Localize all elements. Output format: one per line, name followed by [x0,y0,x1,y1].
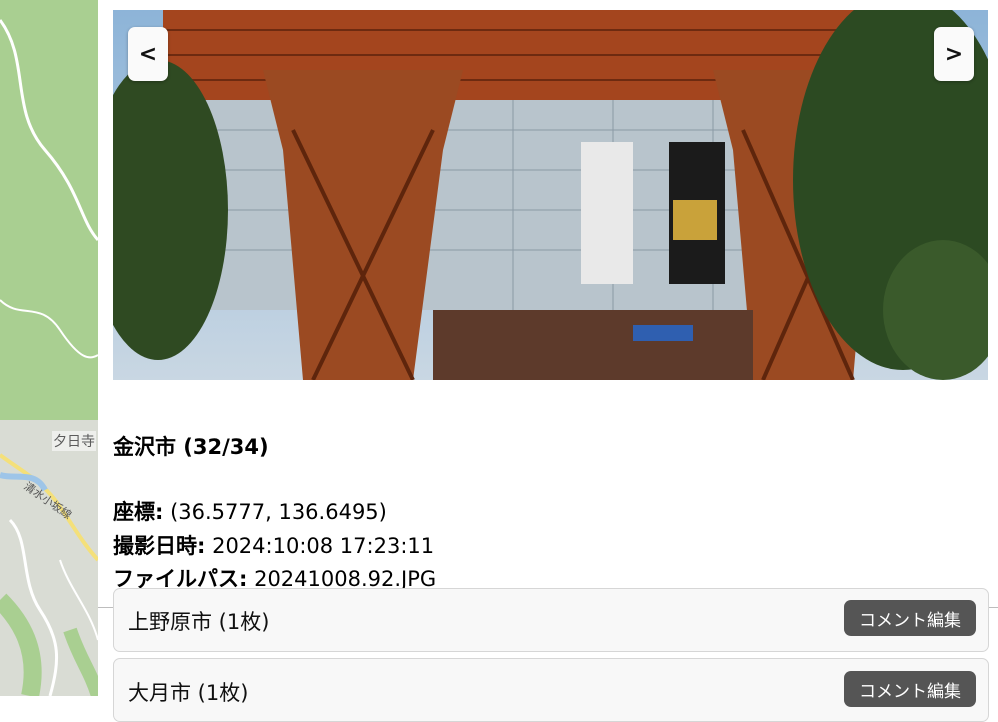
coordinates-row: 座標: (36.5777, 136.6495) [113,496,387,526]
next-photo-button[interactable]: > [934,27,974,81]
coordinates-label: 座標: [113,500,164,524]
map-view[interactable]: 夕日寺 [0,0,98,696]
city-name: 大月市 (1枚) [128,681,249,705]
coordinates-value: (36.5777, 136.6495) [163,500,387,524]
map-place-label: 夕日寺 [52,431,96,451]
date-row: 撮影日時: 2024:10:08 17:23:11 [113,530,434,560]
photo-image [113,10,988,380]
city-list-item[interactable]: 上野原市 (1枚) コメント編集 [113,588,989,652]
photo-title: 金沢市 (32/34) [113,435,269,459]
previous-photo-button[interactable]: < [128,27,168,81]
city-name: 上野原市 (1枚) [128,610,270,634]
edit-comment-button[interactable]: コメント編集 [844,671,976,707]
city-list-item[interactable]: 大月市 (1枚) コメント編集 [113,658,989,722]
date-value: 2024:10:08 17:23:11 [205,534,435,558]
edit-comment-button[interactable]: コメント編集 [844,600,976,636]
map-tiles [0,0,98,696]
date-label: 撮影日時: [113,534,206,558]
